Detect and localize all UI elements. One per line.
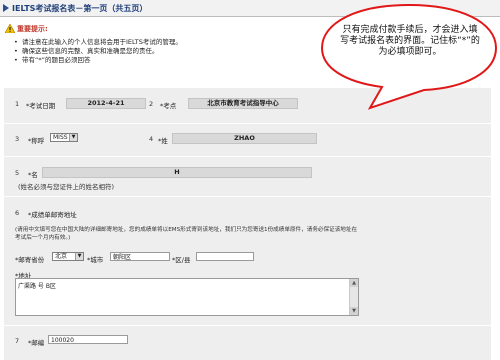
callout-text: 只有完成付款手续后，才会进入填写考试报名表的界面。记住标“*”的为必填项即可。: [340, 25, 480, 57]
exam-date-value: 2012-4-21: [66, 98, 146, 109]
street-address-textarea[interactable]: 广渠路 号 B区 ▲ ▼: [15, 278, 359, 316]
address-note-line1: (请用中文填写您在中国大陆的详细邮寄地址，您的成绩单将以EMS形式寄到该地址，我…: [15, 227, 358, 233]
salutation-selected: MISS: [53, 134, 68, 141]
venue-label: *考点: [160, 102, 177, 110]
row-divider: [4, 196, 491, 197]
exam-date-label: *考试日期: [26, 102, 56, 110]
given-name-note: (姓名必须与您证件上的姓名相符): [18, 183, 115, 191]
province-label: *邮寄省份: [15, 256, 45, 264]
scroll-down-icon[interactable]: ▼: [350, 307, 358, 315]
field-number: 7: [15, 337, 20, 345]
given-name-value: H: [42, 167, 312, 178]
chevron-down-icon: ▼: [75, 253, 83, 260]
venue-value: 北京市教育考试指导中心: [188, 98, 298, 109]
page-title: IELTS考试报名表－第一页（共五页）: [12, 4, 148, 13]
field-number: 5: [15, 169, 20, 177]
district-input[interactable]: [196, 252, 254, 261]
notice-item: 确保这些信息的完整、真实和准确是您的责任。: [14, 47, 182, 56]
city-input[interactable]: 朝阳区: [110, 252, 170, 261]
field-number: 4: [149, 135, 154, 143]
notice-title: 重要提示:: [17, 25, 48, 33]
surname-value: ZHAO: [172, 133, 317, 144]
field-number: 2: [149, 100, 154, 108]
warning-icon: [5, 24, 15, 33]
postcode-input[interactable]: 100020: [48, 335, 128, 344]
province-selected: 北京: [55, 253, 68, 260]
city-label: *城市: [87, 256, 104, 264]
surname-label: *姓: [158, 137, 168, 145]
form-panel: [4, 88, 491, 360]
address-note-line2: 考试后一个月内有效。): [15, 235, 71, 241]
textarea-scrollbar[interactable]: ▲ ▼: [349, 279, 358, 315]
row-divider: [4, 156, 491, 157]
salutation-label: *称呼: [28, 137, 45, 145]
title-arrow-icon: [3, 4, 9, 12]
notice-item: 请注意在此输入的个人信息将会用于IELTS考试的管理。: [14, 38, 182, 47]
row-divider: [4, 123, 491, 124]
postcode-label: *邮编: [28, 339, 45, 347]
field-number: 6: [15, 209, 20, 217]
scroll-up-icon[interactable]: ▲: [350, 279, 358, 287]
field-number: 3: [15, 135, 20, 143]
address-section-label: *成绩单邮寄地址: [28, 211, 77, 219]
street-address-value: 广渠路 号 B区: [18, 283, 56, 290]
notice-item: 带有“*”的题目必须回答: [14, 56, 182, 65]
given-name-label: *名: [28, 171, 38, 179]
chevron-down-icon: ▼: [69, 134, 77, 141]
row-divider: [4, 325, 491, 326]
field-number: 1: [15, 100, 20, 108]
notice-list: 请注意在此输入的个人信息将会用于IELTS考试的管理。 确保这些信息的完整、真实…: [14, 38, 182, 65]
district-label: *区/县: [172, 256, 191, 264]
salutation-select[interactable]: MISS ▼: [50, 133, 78, 142]
province-select[interactable]: 北京 ▼: [52, 252, 84, 261]
